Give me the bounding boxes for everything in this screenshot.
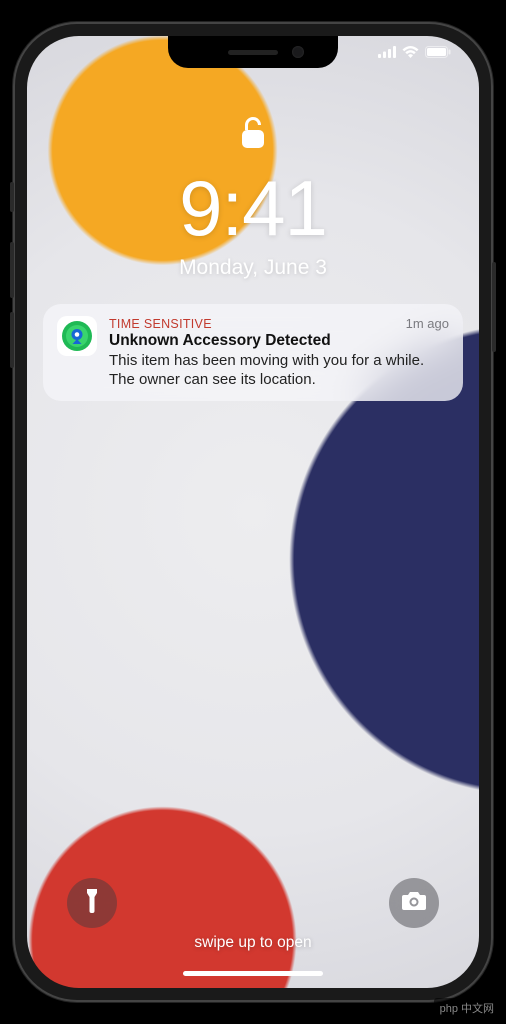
- phone-frame: 9:41 Monday, June 3 TIME SENSITIVE 1m ag…: [13, 22, 493, 1002]
- speaker-grille: [228, 50, 278, 55]
- home-indicator[interactable]: [183, 971, 323, 976]
- flashlight-icon: [82, 888, 102, 919]
- camera-button[interactable]: [389, 878, 439, 928]
- battery-icon: [425, 46, 451, 58]
- volume-down-button[interactable]: [10, 312, 14, 368]
- power-button[interactable]: [492, 262, 496, 352]
- notch: [168, 36, 338, 68]
- wifi-icon: [402, 46, 419, 58]
- cellular-signal-icon: [378, 46, 396, 58]
- time-sensitive-label: TIME SENSITIVE: [109, 317, 212, 331]
- front-camera: [292, 46, 304, 58]
- swipe-up-hint: swipe up to open: [27, 934, 479, 952]
- watermark: php 中文网: [434, 998, 500, 1018]
- flashlight-button[interactable]: [67, 878, 117, 928]
- find-my-app-icon: [57, 316, 97, 356]
- notification-card[interactable]: TIME SENSITIVE 1m ago Unknown Accessory …: [43, 304, 463, 401]
- notification-message: This item has been moving with you for a…: [109, 351, 449, 389]
- volume-up-button[interactable]: [10, 242, 14, 298]
- clock-time: 9:41: [27, 163, 479, 254]
- notification-body: TIME SENSITIVE 1m ago Unknown Accessory …: [109, 316, 449, 389]
- status-bar: [378, 46, 451, 58]
- notification-title: Unknown Accessory Detected: [109, 332, 449, 350]
- camera-icon: [401, 891, 427, 916]
- notification-timestamp: 1m ago: [406, 316, 449, 331]
- unlock-icon: [240, 137, 266, 154]
- lock-screen[interactable]: 9:41 Monday, June 3 TIME SENSITIVE 1m ag…: [27, 36, 479, 988]
- mute-switch[interactable]: [10, 182, 14, 212]
- clock-date: Monday, June 3: [27, 256, 479, 280]
- lock-status: [27, 116, 479, 155]
